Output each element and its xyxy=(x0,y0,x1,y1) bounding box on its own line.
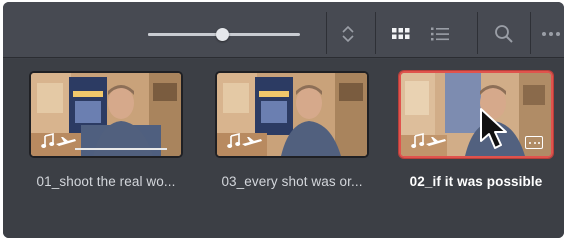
airplane-icon xyxy=(426,137,446,146)
media-pool-panel: 01_shoot the real wo... 03_every shot wa… xyxy=(3,2,564,238)
clip-thumbnail[interactable] xyxy=(29,71,183,158)
clip-thumbnail[interactable] xyxy=(399,71,553,158)
toolbar-divider xyxy=(530,12,531,54)
audio-icon xyxy=(227,133,241,148)
mouse-pointer-icon xyxy=(480,108,507,149)
clip-item[interactable]: 01_shoot the real wo... xyxy=(29,71,183,189)
more-icon[interactable] xyxy=(540,22,564,46)
clip-options-badge[interactable] xyxy=(525,136,543,149)
toolbar-divider xyxy=(375,12,376,54)
clip-item-selected[interactable]: 02_if it was possible xyxy=(399,71,553,189)
clip-name: 02_if it was possible xyxy=(409,174,543,189)
toolbar-divider xyxy=(477,12,478,54)
search-icon[interactable] xyxy=(492,22,516,46)
media-pool-toolbar xyxy=(3,2,564,58)
clip-name: 01_shoot the real wo... xyxy=(36,174,176,189)
airplane-icon xyxy=(56,137,76,146)
airplane-icon xyxy=(242,137,262,146)
list-view-icon[interactable] xyxy=(428,22,452,46)
clip-progress-bar xyxy=(75,148,167,150)
zoom-slider-thumb[interactable] xyxy=(215,28,229,41)
audio-icon xyxy=(411,133,425,148)
clip-item[interactable]: 03_every shot was or... xyxy=(215,71,369,189)
grid-view-icon[interactable] xyxy=(389,22,413,46)
clip-thumbnail[interactable] xyxy=(215,71,369,158)
zoom-slider-fill xyxy=(148,33,223,36)
audio-icon xyxy=(41,133,55,148)
clip-name: 03_every shot was or... xyxy=(221,174,363,189)
sort-icon[interactable] xyxy=(336,22,360,46)
toolbar-divider xyxy=(326,12,327,54)
